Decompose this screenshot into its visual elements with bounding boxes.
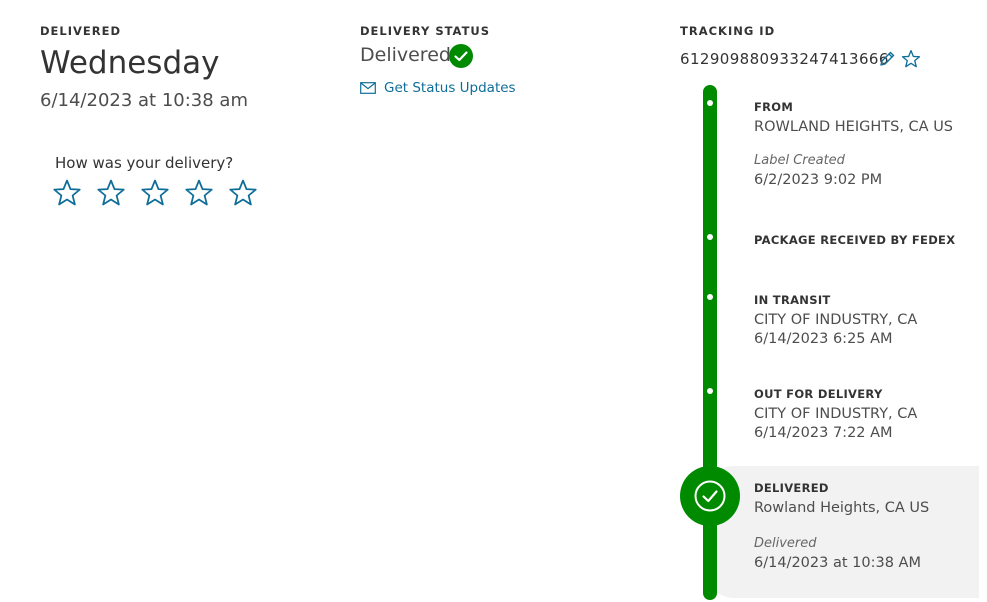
star-icon[interactable] <box>184 178 214 208</box>
check-circle-icon <box>449 44 473 68</box>
event-location: Rowland Heights, CA US <box>754 500 930 516</box>
delivered-label: DELIVERED <box>40 24 122 38</box>
star-icon[interactable] <box>96 178 126 208</box>
tracking-id-label: TRACKING ID <box>680 24 776 38</box>
tracking-id-value: 612909880933247413666 <box>680 50 889 68</box>
delivered-check-icon <box>680 466 740 526</box>
event-location: ROWLAND HEIGHTS, CA US <box>754 119 954 135</box>
timeline-event-received: PACKAGE RECEIVED BY FEDEX <box>754 233 955 247</box>
star-icon[interactable] <box>52 178 82 208</box>
check-circle-icon <box>694 480 726 512</box>
event-location: CITY OF INDUSTRY, CA <box>754 312 918 328</box>
get-status-updates-label: Get Status Updates <box>384 80 516 96</box>
event-type: Delivered <box>754 536 817 551</box>
timeline-event-out-for-delivery: OUT FOR DELIVERY CITY OF INDUSTRY, CA 6/… <box>754 387 917 441</box>
event-datetime: 6/14/2023 6:25 AM <box>754 331 893 347</box>
rating-prompt: How was your delivery? <box>55 154 234 172</box>
favorite-star-icon[interactable] <box>901 49 921 69</box>
pencil-icon[interactable] <box>878 50 896 68</box>
event-datetime: 6/14/2023 7:22 AM <box>754 425 893 441</box>
delivery-day: Wednesday <box>40 45 220 81</box>
event-title: IN TRANSIT <box>754 293 831 307</box>
timeline-dot <box>707 294 713 300</box>
event-type: Label Created <box>754 153 845 168</box>
timeline-dot <box>707 388 713 394</box>
event-title: PACKAGE RECEIVED BY FEDEX <box>754 233 956 247</box>
timeline-event-from: FROM ROWLAND HEIGHTS, CA US Label Create… <box>754 100 953 188</box>
star-icon[interactable] <box>140 178 170 208</box>
delivery-status-value: Delivered <box>360 44 451 66</box>
timeline-event-in-transit: IN TRANSIT CITY OF INDUSTRY, CA 6/14/202… <box>754 293 917 347</box>
rating-stars <box>52 178 258 208</box>
timeline-dot <box>707 234 713 240</box>
event-title: FROM <box>754 100 794 114</box>
delivery-datetime: 6/14/2023 at 10:38 am <box>40 90 248 111</box>
timeline-dot <box>707 100 713 106</box>
star-icon[interactable] <box>228 178 258 208</box>
get-status-updates-link[interactable]: Get Status Updates <box>360 80 516 96</box>
event-datetime: 6/2/2023 9:02 PM <box>754 172 883 188</box>
event-title: OUT FOR DELIVERY <box>754 387 883 401</box>
envelope-icon <box>360 82 376 94</box>
delivery-status-label: DELIVERY STATUS <box>360 24 491 38</box>
event-datetime: 6/14/2023 at 10:38 AM <box>754 555 921 571</box>
timeline-event-delivered: DELIVERED Rowland Heights, CA US Deliver… <box>754 481 929 571</box>
event-title: DELIVERED <box>754 481 829 495</box>
tracking-page: DELIVERED Wednesday 6/14/2023 at 10:38 a… <box>0 0 987 602</box>
event-location: CITY OF INDUSTRY, CA <box>754 406 918 422</box>
